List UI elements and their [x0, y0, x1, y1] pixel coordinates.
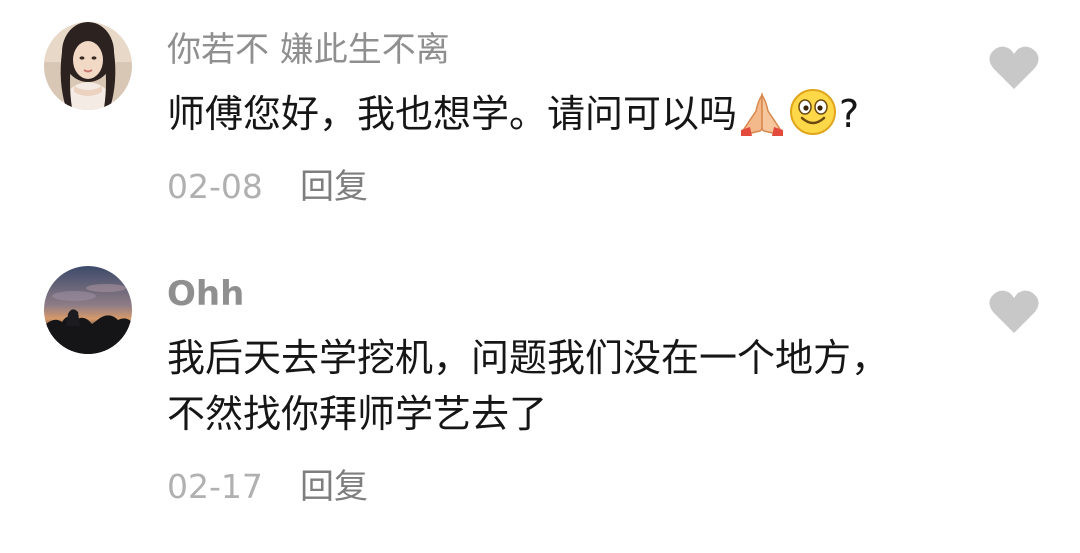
comment-username[interactable]: Ohh	[167, 274, 244, 314]
like-button[interactable]	[988, 288, 1040, 336]
comment-item: 你若不 嫌此生不离 师傅您好，我也想学。请问可以吗 ? 02-08 回复	[0, 0, 1080, 250]
heart-icon	[989, 46, 1039, 89]
user-avatar[interactable]	[44, 266, 132, 354]
comment-date: 02-08	[167, 167, 263, 206]
folded-hands-emoji	[738, 91, 786, 137]
comment-text-line: 不然找你拜师学艺去了	[167, 392, 548, 436]
avatar-image	[44, 266, 132, 354]
comment-text-body: 师傅您好，我也想学。请问可以吗	[167, 92, 738, 136]
comment-text: 师傅您好，我也想学。请问可以吗 ?	[167, 86, 859, 142]
comment-item: Ohh 我后天去学挖机，问题我们没在一个地方， 不然找你拜师学艺去了 02-17…	[0, 250, 1080, 553]
comment-username[interactable]: 你若不 嫌此生不离	[167, 30, 450, 70]
reply-button[interactable]: 回复	[300, 167, 368, 207]
reply-button[interactable]: 回复	[300, 467, 368, 507]
heart-icon	[989, 290, 1039, 333]
comment-date: 02-17	[167, 467, 263, 506]
comment-text: 我后天去学挖机，问题我们没在一个地方， 不然找你拜师学艺去了	[167, 330, 889, 442]
comment-text-end: ?	[839, 92, 860, 136]
user-avatar[interactable]	[44, 22, 132, 110]
smiling-face-emoji	[788, 87, 838, 137]
avatar-image	[44, 22, 132, 110]
like-button[interactable]	[988, 44, 1040, 92]
comment-text-line: 我后天去学挖机，问题我们没在一个地方，	[167, 336, 890, 380]
